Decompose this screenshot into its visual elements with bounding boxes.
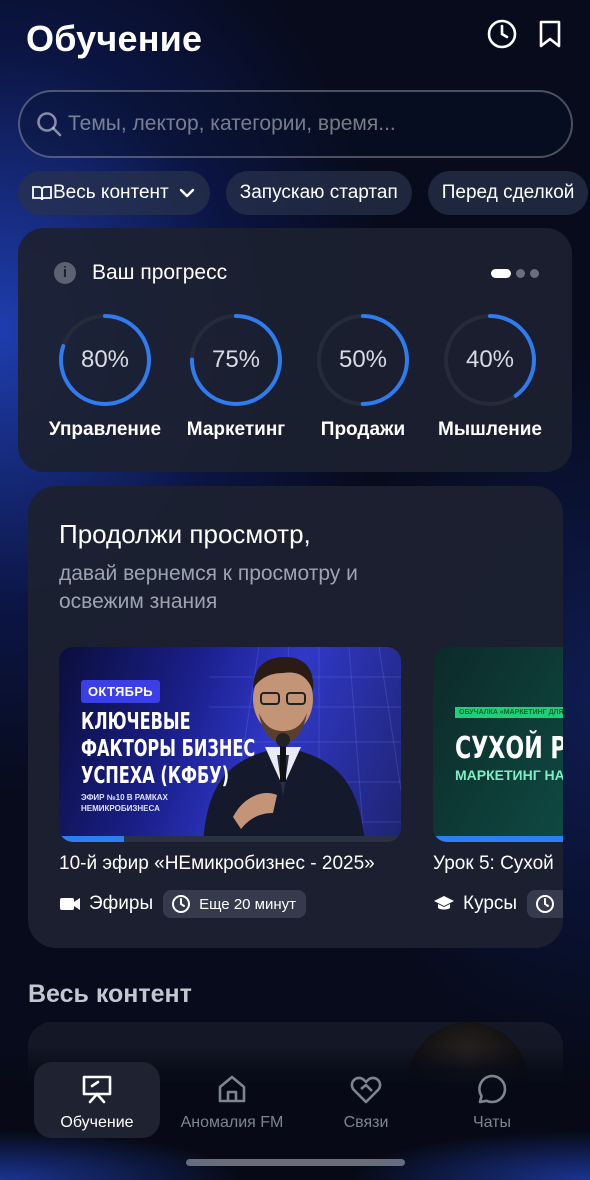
time-left: Еще 20 минут [199,895,297,913]
thumbnail-badge: ОБУЧАЛКА «МАРКЕТИНГ ДЛЯ ПРЕДПРИЯ [455,707,563,718]
video-category: Эфиры [89,893,154,914]
search-bar[interactable] [18,90,573,158]
presentation-board-icon [82,1075,112,1104]
page-indicator [491,269,539,278]
video-thumbnail[interactable]: ОБУЧАЛКА «МАРКЕТИНГ ДЛЯ ПРЕДПРИЯ СУХОЙ Р… [433,647,563,842]
progress-ring-management[interactable]: 80% [57,312,153,408]
clock-icon[interactable] [486,18,518,50]
progress-percent: 75% [211,346,261,373]
book-open-icon [32,186,52,201]
progress-ring-sales[interactable]: 50% [315,312,411,408]
watch-progress-bar [59,836,401,842]
progress-percent: 80% [80,346,130,373]
progress-label: Продажи [320,419,406,440]
watch-progress-fill [59,836,124,842]
search-input[interactable] [68,112,548,136]
thumbnail-subtitle: МАРКЕТИНГ НА ОС [455,767,563,783]
page-title: Обучение [26,18,203,59]
progress-percent: 50% [338,346,388,373]
nav-label: Связи [343,1114,389,1131]
clock-icon [172,895,191,913]
nav-label: Аномалия FM [180,1114,284,1131]
bookmark-icon[interactable] [534,18,566,50]
continue-watching-card: Продолжи просмотр, давай вернемся к прос… [28,486,563,948]
filter-chips: Весь контент Запускаю стартап Перед сдел… [18,171,589,215]
graduation-cap-icon [434,896,454,910]
nav-anomaly-fm[interactable]: Аномалия FM [169,1062,295,1138]
filter-chip-label: Весь контент [53,182,169,203]
page-dot-active [491,269,511,278]
video-meta: Курсы [433,890,563,918]
video-meta: Эфиры Еще 20 минут [59,890,307,918]
thumbnail-subtitle: ЭФИР №10 В РАМКАХ НЕМИКРОБИЗНЕСА [81,793,168,813]
handshake-heart-icon [350,1076,382,1104]
chevron-down-icon [179,188,194,198]
progress-title: Ваш прогресс [92,261,228,284]
continue-title: Продолжи просмотр, [59,519,311,549]
thumbnail-badge: ОКТЯБРЬ [81,680,160,703]
home-icon [218,1075,246,1103]
filter-chip-all-content[interactable]: Весь контент [18,171,210,215]
all-content-title: Весь контент [28,980,192,1008]
time-left-chip [527,890,563,918]
nav-connections[interactable]: Связи [303,1062,429,1138]
time-left-chip: Еще 20 минут [163,890,307,918]
progress-card[interactable]: i Ваш прогресс 80% 75% 50% 40% Управлени… [18,228,572,472]
filter-chip-before-deal[interactable]: Перед сделкой [427,171,589,215]
page-dot [530,269,539,278]
video-card[interactable]: ОБУЧАЛКА «МАРКЕТИНГ ДЛЯ ПРЕДПРИЯ СУХОЙ Р… [433,647,563,918]
search-icon [37,112,62,137]
video-title: Урок 5: Сухой [433,853,554,874]
video-title: 10-й эфир «НЕмикробизнес - 2025» [59,853,375,874]
progress-percent: 40% [465,346,515,373]
video-category: Курсы [463,893,518,914]
nav-label: Обучение [60,1114,134,1131]
nav-chats[interactable]: Чаты [429,1062,555,1138]
info-icon[interactable]: i [54,262,76,284]
filter-chip-startup[interactable]: Запускаю стартап [225,171,412,215]
watch-progress-fill [433,836,563,842]
watch-progress-bar [433,836,563,842]
clock-icon [536,895,555,913]
nav-learning[interactable]: Обучение [34,1062,160,1138]
nav-label: Чаты [472,1114,512,1131]
progress-label: Маркетинг [186,419,286,440]
continue-subtitle: давай вернемся к просмотру и освежим зна… [59,562,358,613]
chat-bubble-icon [478,1074,507,1104]
home-indicator[interactable] [186,1159,405,1166]
video-camera-icon [60,898,80,910]
video-thumbnail[interactable]: ОКТЯБРЬ КЛЮЧЕВЫЕ ФАКТОРЫ БИЗНЕС УСПЕХА (… [59,647,401,842]
progress-label: Мышление [438,419,542,440]
progress-ring-marketing[interactable]: 75% [188,312,284,408]
filter-chip-label: Запускаю стартап [239,182,398,203]
page-dot [516,269,525,278]
thumbnail-title: КЛЮЧЕВЫЕ ФАКТОРЫ БИЗНЕС УСПЕХА (КФБУ) [81,709,256,789]
learning-screen: Обучение Весь контент Запускаю стартап П… [0,0,590,1180]
video-card[interactable]: ОКТЯБРЬ КЛЮЧЕВЫЕ ФАКТОРЫ БИЗНЕС УСПЕХА (… [59,647,401,918]
thumbnail-title: СУХОЙ РА [455,731,563,766]
filter-chip-label: Перед сделкой [441,182,575,203]
progress-ring-mindset[interactable]: 40% [442,312,538,408]
progress-label: Управление [48,419,162,440]
